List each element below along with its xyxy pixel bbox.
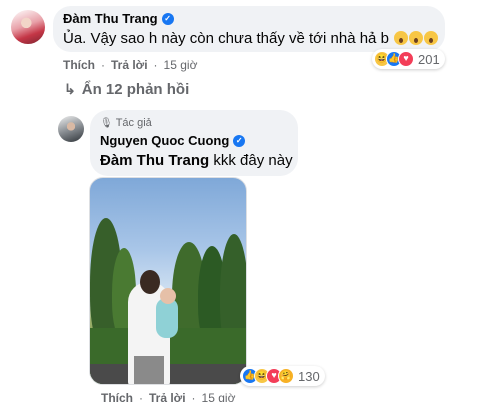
author-badge-icon: 🎙 <box>100 117 113 129</box>
comment-timestamp[interactable]: 15 giờ <box>164 58 198 72</box>
astonished-emoji-icon <box>424 31 439 45</box>
reply-reactions[interactable]: 👍 😆 ♥ 🤗 130 <box>240 366 325 386</box>
hide-replies-button[interactable]: ↳ Ẩn 12 phản hồi <box>64 81 189 98</box>
comment-author-name[interactable]: Đàm Thu Trang <box>63 11 158 27</box>
reply-button[interactable]: Trả lời <box>149 391 186 402</box>
verified-badge-icon: ✓ <box>233 135 246 147</box>
reply-photo[interactable] <box>89 177 247 385</box>
author-badge-label: Tác giả <box>115 117 152 129</box>
reply-author-name[interactable]: Nguyen Quoc Cuong <box>100 133 229 149</box>
like-button[interactable]: Thích <box>63 58 95 72</box>
reply-author[interactable]: Nguyen Quoc Cuong ✓ <box>100 133 246 149</box>
like-button[interactable]: Thích <box>101 391 133 402</box>
hide-replies-label: Ẩn 12 phản hồi <box>81 81 190 98</box>
reply-timestamp[interactable]: 15 giờ <box>202 391 236 402</box>
reaction-count: 201 <box>418 51 440 67</box>
separator-dot: · <box>101 58 105 72</box>
astonished-emoji-icon <box>409 31 424 45</box>
comment-reactions[interactable]: 😆 👍 ♥ 201 <box>372 49 445 69</box>
reply-text: Đàm Thu Trang kkk đây này <box>100 151 293 170</box>
comment-actions: Thích · Trả lời · 15 giờ <box>63 58 197 72</box>
reply-actions: Thích · Trả lời · 15 giờ <box>101 391 235 402</box>
comment-text: Ủa. Vậy sao h này còn chưa thấy về tới n… <box>63 29 439 48</box>
separator-dot: · <box>153 58 158 72</box>
author-badge: 🎙 Tác giả <box>100 117 152 129</box>
tagged-user-link[interactable]: Đàm Thu Trang <box>100 152 209 169</box>
reaction-count: 130 <box>298 368 320 384</box>
comment-text-body: Ủa. Vậy sao h này còn chưa thấy về tới n… <box>63 30 389 47</box>
reply-bubble: 🎙 Tác giả Nguyen Quoc Cuong ✓ Đàm Thu Tr… <box>90 110 298 176</box>
verified-badge-icon: ✓ <box>161 13 174 25</box>
separator-dot: · <box>191 391 196 402</box>
reply-text-body: kkk đây này <box>213 152 293 169</box>
comment-bubble: Đàm Thu Trang ✓ Ủa. Vậy sao h này còn ch… <box>53 6 445 52</box>
love-reaction-icon: ♥ <box>398 51 414 67</box>
reply-button[interactable]: Trả lời <box>111 58 148 72</box>
avatar[interactable] <box>11 10 45 44</box>
reply-arrow-icon: ↳ <box>64 81 76 97</box>
astonished-emoji-icon <box>394 31 409 45</box>
comment-author[interactable]: Đàm Thu Trang ✓ <box>63 11 174 27</box>
avatar[interactable] <box>58 116 84 142</box>
care-reaction-icon: 🤗 <box>278 368 294 384</box>
separator-dot: · <box>139 391 143 402</box>
